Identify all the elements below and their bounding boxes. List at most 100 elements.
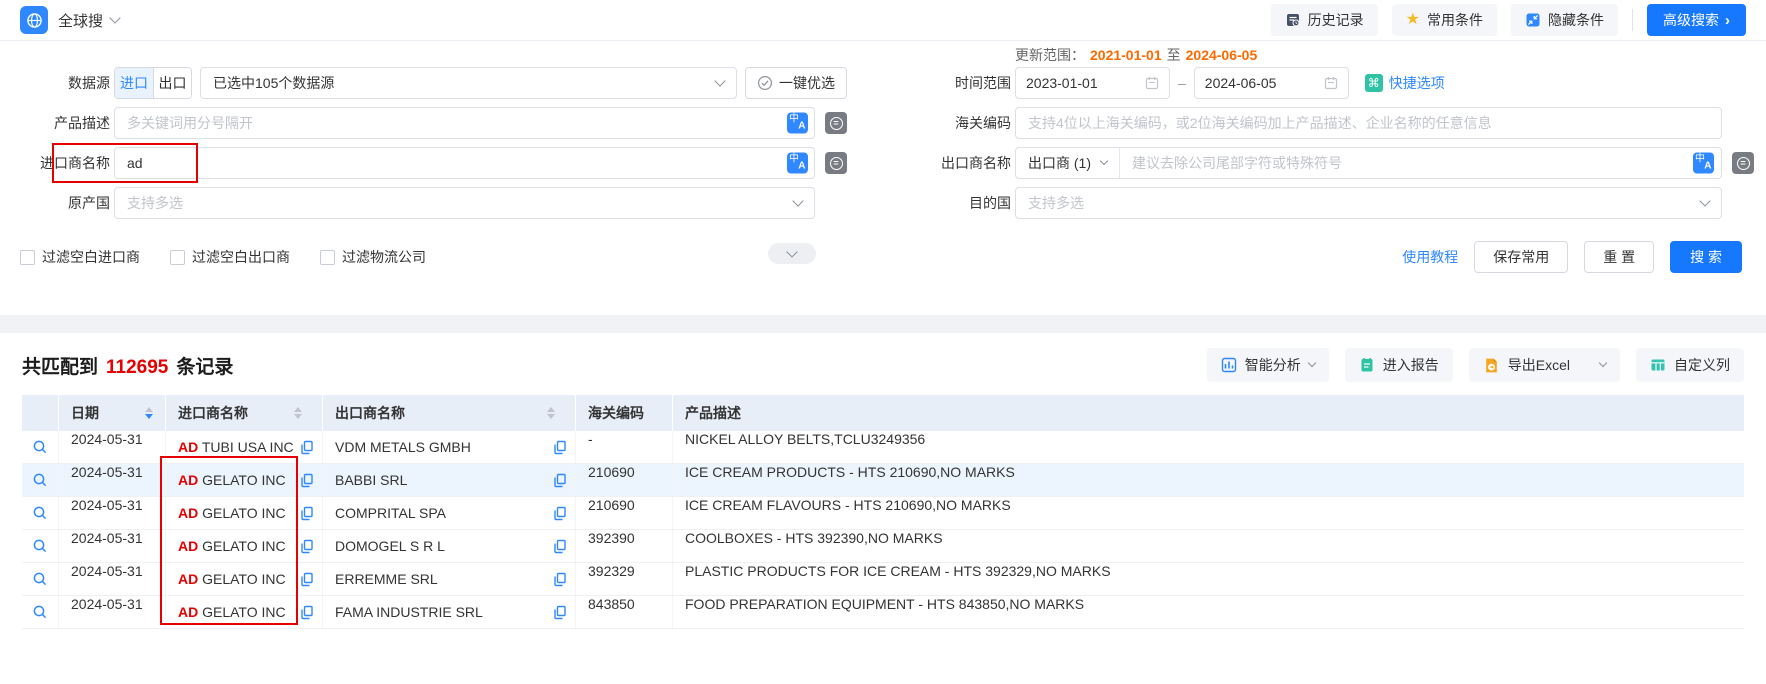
dest-country-select[interactable]: 支持多选 <box>1015 187 1722 219</box>
copy-icon[interactable] <box>553 572 567 587</box>
exporter-role-select[interactable]: 出口商 (1) <box>1016 148 1120 178</box>
filter-logistics-checkbox[interactable]: 过滤物流公司 <box>320 247 426 267</box>
copy-icon[interactable] <box>300 539 314 554</box>
search-detail-icon[interactable] <box>32 439 48 455</box>
tab-import[interactable]: 进口 <box>115 68 153 98</box>
date-cell: 2024-05-31 <box>58 464 165 496</box>
data-source-select[interactable]: 已选中105个数据源 <box>200 67 737 99</box>
hs-code-cell: 843850 <box>575 596 672 628</box>
hs-code-cell: 392390 <box>575 530 672 562</box>
filter-blank-exporter-checkbox[interactable]: 过滤空白出口商 <box>170 247 290 267</box>
importer-input[interactable] <box>114 147 815 179</box>
checkbox-icon <box>20 250 35 265</box>
sort-importer-control[interactable] <box>294 407 314 419</box>
search-button[interactable]: 搜 索 <box>1670 241 1742 273</box>
translate-icon[interactable]: 中A <box>787 113 808 134</box>
arrow-right-icon: › <box>1725 13 1730 28</box>
advanced-search-button[interactable]: 高级搜索 › <box>1647 4 1746 36</box>
copy-icon[interactable] <box>553 440 567 455</box>
copy-icon[interactable] <box>553 506 567 521</box>
origin-country-placeholder: 支持多选 <box>127 193 183 213</box>
copy-icon[interactable] <box>553 605 567 620</box>
importer-label: 进口商名称 <box>20 153 110 173</box>
results-summary-suffix: 条记录 <box>176 352 233 379</box>
table-header-row: 日期 进口商名称 出口商名称 海关编码 产品描述 <box>22 395 1744 431</box>
custom-columns-button[interactable]: 自定义列 <box>1636 348 1744 382</box>
smart-analysis-label: 智能分析 <box>1245 355 1301 375</box>
one-click-optimize-label: 一键优选 <box>779 73 835 93</box>
copy-icon[interactable] <box>300 605 314 620</box>
chevron-down-icon <box>1699 195 1710 206</box>
history-icon <box>1285 12 1301 28</box>
tutorial-link[interactable]: 使用教程 <box>1402 247 1458 267</box>
data-source-tabs: 进口 出口 <box>114 67 192 99</box>
filter-blank-importer-checkbox[interactable]: 过滤空白进口商 <box>20 247 140 267</box>
copy-icon[interactable] <box>553 473 567 488</box>
hs-code-input[interactable] <box>1015 107 1722 139</box>
search-detail-icon[interactable] <box>32 505 48 521</box>
update-range-label: 更新范围： <box>1015 45 1085 65</box>
calendar-icon <box>1324 76 1338 90</box>
search-detail-icon[interactable] <box>32 538 48 554</box>
translate-icon[interactable]: 中A <box>1693 153 1714 174</box>
tab-export[interactable]: 出口 <box>153 68 191 98</box>
sort-exporter-control[interactable] <box>547 407 567 419</box>
table-row: 2024-05-31 AD GELATO INC ERREMME SRL 392… <box>22 563 1744 596</box>
data-source-selected-text: 已选中105个数据源 <box>213 73 334 93</box>
collapse-icon <box>1525 12 1541 28</box>
hs-code-cell: 210690 <box>575 464 672 496</box>
results-summary-prefix: 共匹配到 <box>22 352 98 379</box>
origin-country-select[interactable]: 支持多选 <box>114 187 815 219</box>
importer-cell: AD TUBI USA INC <box>165 431 322 463</box>
dest-country-label: 目的国 <box>899 193 1011 213</box>
update-range-to: 至 <box>1167 45 1181 65</box>
end-date-input[interactable]: 2024-06-05 <box>1194 67 1349 99</box>
translate-icon[interactable]: 中A <box>787 153 808 174</box>
search-detail-icon[interactable] <box>32 571 48 587</box>
reset-button[interactable]: 重 置 <box>1584 241 1654 273</box>
export-excel-button[interactable]: 导出Excel <box>1469 348 1620 382</box>
start-date-input[interactable]: 2023-01-01 <box>1015 67 1170 99</box>
sort-date-control[interactable] <box>145 407 165 419</box>
product-cell: ICE CREAM PRODUCTS - HTS 210690,NO MARKS <box>672 464 1744 496</box>
chevron-down-icon <box>786 246 797 257</box>
page-title: 全球搜 <box>58 10 103 31</box>
date-cell: 2024-05-31 <box>58 563 165 595</box>
chevron-down-icon <box>1599 359 1607 367</box>
topbar: 全球搜 历史记录 ★ 常用条件 隐藏条件 高级搜索 › <box>0 0 1766 41</box>
copy-icon[interactable] <box>300 440 314 455</box>
save-common-button[interactable]: 保存常用 <box>1474 241 1568 273</box>
search-detail-icon[interactable] <box>32 604 48 620</box>
exporter-input[interactable] <box>1120 148 1721 178</box>
smart-analysis-button[interactable]: 智能分析 <box>1207 348 1329 382</box>
exact-match-icon[interactable]: = <box>825 112 847 134</box>
product-desc-input[interactable] <box>114 107 815 139</box>
history-button[interactable]: 历史记录 <box>1271 4 1378 36</box>
filter-logistics-label: 过滤物流公司 <box>342 247 426 267</box>
chevron-down-icon[interactable] <box>109 12 120 23</box>
copy-icon[interactable] <box>300 506 314 521</box>
columns-icon <box>1650 357 1666 373</box>
enter-report-button[interactable]: 进入报告 <box>1345 348 1453 382</box>
collapse-form-button[interactable] <box>768 243 816 264</box>
product-cell: PLASTIC PRODUCTS FOR ICE CREAM - HTS 392… <box>672 563 1744 595</box>
filter-blank-exporter-label: 过滤空白出口商 <box>192 247 290 267</box>
table-row: 2024-05-31 AD TUBI USA INC VDM METALS GM… <box>22 431 1744 464</box>
table-row: 2024-05-31 AD GELATO INC BABBI SRL 21069… <box>22 464 1744 497</box>
copy-icon[interactable] <box>553 539 567 554</box>
importer-cell: AD GELATO INC <box>165 530 322 562</box>
one-click-optimize-button[interactable]: 一键优选 <box>745 67 847 99</box>
export-excel-label: 导出Excel <box>1508 355 1570 375</box>
exact-match-icon[interactable]: = <box>1732 152 1754 174</box>
exact-match-icon[interactable]: = <box>825 152 847 174</box>
quick-options-link[interactable]: ⌘ 快捷选项 <box>1365 73 1445 93</box>
search-detail-icon[interactable] <box>32 472 48 488</box>
favorites-button[interactable]: ★ 常用条件 <box>1392 4 1497 36</box>
date-cell: 2024-05-31 <box>58 431 165 463</box>
table-row: 2024-05-31 AD GELATO INC FAMA INDUSTRIE … <box>22 596 1744 629</box>
copy-icon[interactable] <box>300 572 314 587</box>
hide-conditions-button[interactable]: 隐藏条件 <box>1511 4 1618 36</box>
copy-icon[interactable] <box>300 473 314 488</box>
report-icon <box>1359 357 1375 373</box>
col-date-header: 日期 <box>71 403 99 423</box>
